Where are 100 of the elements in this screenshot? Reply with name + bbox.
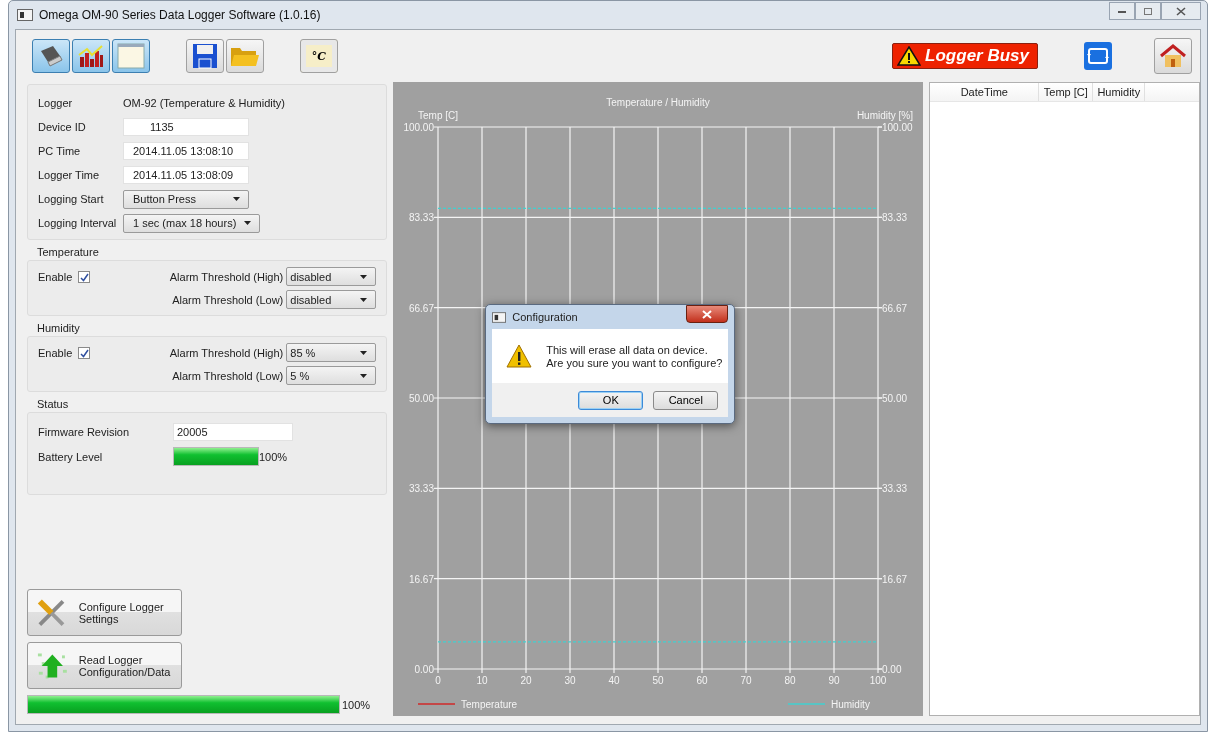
threshold-label: Alarm Threshold (High): [169, 346, 284, 359]
x-tick-label: 100: [869, 675, 887, 686]
caret-icon: [360, 350, 368, 355]
field-label: Logging Interval: [38, 217, 118, 229]
table-view-button[interactable]: [112, 39, 150, 73]
field-label: Logger: [38, 97, 74, 109]
dialog-message: Are you sure you want to configure?: [546, 356, 723, 369]
x-tick-label: 30: [564, 675, 576, 686]
x-tick-label: 60: [696, 675, 708, 686]
y-tick-label: 33.33: [409, 483, 435, 495]
logger-model-text: OM-92 (Temperature & Humidity): [123, 97, 285, 109]
y-tick-label: 100.00: [882, 122, 913, 133]
dialog-button[interactable]: Cancel: [653, 390, 719, 410]
logger-busy-badge: Logger Busy: [892, 43, 1038, 69]
y-tick-label: 100.00: [403, 122, 435, 133]
threshold-label: Alarm Threshold (Low): [172, 369, 284, 382]
dialog-message: This will erase all data on device.: [546, 343, 709, 356]
app-icon: [492, 311, 507, 323]
caret-icon: [244, 221, 252, 225]
battery-label: Battery Level: [38, 450, 104, 463]
checkbox[interactable]: [78, 347, 91, 359]
input-field[interactable]: 2014.11.05 13:08:09: [123, 166, 249, 184]
chart-view-button[interactable]: [72, 39, 110, 73]
caret-icon: [360, 297, 368, 302]
sync-icon[interactable]: [1084, 42, 1112, 70]
enable-label: Enable: [38, 347, 73, 359]
y-tick-label: 83.33: [409, 212, 435, 224]
x-tick-label: 80: [784, 675, 796, 686]
dropdown[interactable]: 85 %: [286, 343, 377, 362]
window-title: Omega OM-90 Series Data Logger Software (1.0.16): [39, 8, 321, 22]
chart-title: Temperature / Humidity: [606, 97, 710, 108]
close-icon: [1176, 6, 1186, 16]
minimize-icon: [1117, 8, 1127, 14]
firmware-label: Firmware Revision: [38, 426, 131, 438]
maximize-icon: [1143, 6, 1153, 16]
legend-label: Temperature: [461, 699, 518, 710]
x-tick-label: 10: [476, 675, 488, 686]
y-tick-label: 50.00: [882, 393, 908, 404]
y-tick-label: 50.00: [409, 393, 435, 404]
field-label: Logging Start: [38, 193, 105, 205]
x-tick-label: 20: [520, 675, 532, 686]
y-tick-label: 66.67: [882, 302, 908, 314]
progress-reading: 100%: [342, 698, 371, 711]
y-tick-label: 0.00: [882, 664, 902, 675]
firmware-field: 20005: [173, 423, 293, 441]
save-button[interactable]: [186, 39, 224, 73]
device-view-button[interactable]: [32, 39, 70, 73]
caret-icon: [360, 373, 368, 378]
house-icon: [1160, 44, 1186, 68]
legend-label: Humidity: [831, 699, 871, 710]
y-tick-label: 66.67: [409, 302, 435, 314]
field-label: PC Time: [38, 145, 82, 157]
warning-icon: [506, 344, 533, 368]
dropdown[interactable]: 5 %: [286, 366, 377, 385]
group-title: Temperature: [36, 246, 100, 260]
dropdown[interactable]: disabled: [286, 290, 377, 309]
y-tick-label: 0.00: [414, 664, 435, 675]
input-field[interactable]: 1135: [123, 118, 249, 136]
read-data-button[interactable]: Read Logger Configuration/Data: [27, 642, 182, 689]
field-label: Logger Time: [38, 169, 101, 181]
y-tick-label: 16.67: [882, 573, 908, 585]
close-icon: [702, 309, 713, 319]
threshold-label: Alarm Threshold (High): [169, 270, 284, 283]
input-field[interactable]: 2014.11.05 13:08:10: [123, 142, 249, 160]
dialog-button[interactable]: OK: [578, 390, 644, 410]
dialog-title: Configuration: [512, 311, 578, 323]
y-tick-label: 83.33: [882, 212, 908, 224]
y-axis-label: Temp [C]: [418, 110, 459, 121]
battery-reading: 100%: [259, 450, 288, 463]
caret-icon: [360, 274, 368, 279]
field-label: Device ID: [38, 121, 87, 133]
right-axis-label: Humidity [%]: [857, 110, 914, 121]
warning-icon: [897, 46, 922, 66]
x-tick-label: 50: [652, 675, 664, 686]
checkbox[interactable]: [78, 271, 91, 283]
configure-button[interactable]: Configure Logger Settings: [27, 589, 182, 636]
dropdown[interactable]: disabled: [286, 267, 377, 286]
x-tick-label: 40: [608, 675, 620, 686]
group-title: Humidity: [36, 322, 81, 336]
bar-chart-icon: [77, 43, 105, 69]
maximize-button[interactable]: [1135, 2, 1161, 20]
x-tick-label: 70: [740, 675, 752, 686]
dropdown[interactable]: 1 sec (max 18 hours): [123, 213, 261, 233]
x-tick-label: 90: [828, 675, 840, 686]
column-header[interactable]: DateTime: [930, 83, 1040, 101]
app-icon: [17, 9, 33, 21]
column-header[interactable]: Temp [C]: [1039, 83, 1094, 101]
y-tick-label: 16.67: [409, 573, 435, 585]
home-button[interactable]: [1154, 38, 1192, 74]
caret-icon: [233, 197, 240, 201]
unit-button[interactable]: °C: [300, 39, 338, 73]
table-icon: [117, 43, 145, 69]
close-button[interactable]: [686, 305, 729, 323]
minimize-button[interactable]: [1109, 2, 1135, 20]
y-tick-label: 33.33: [882, 483, 908, 495]
column-header[interactable]: Humidity: [1093, 83, 1146, 101]
x-tick-label: 0: [435, 675, 442, 686]
dropdown[interactable]: Button Press: [123, 189, 249, 209]
enable-label: Enable: [38, 271, 73, 283]
threshold-label: Alarm Threshold (Low): [172, 293, 284, 306]
